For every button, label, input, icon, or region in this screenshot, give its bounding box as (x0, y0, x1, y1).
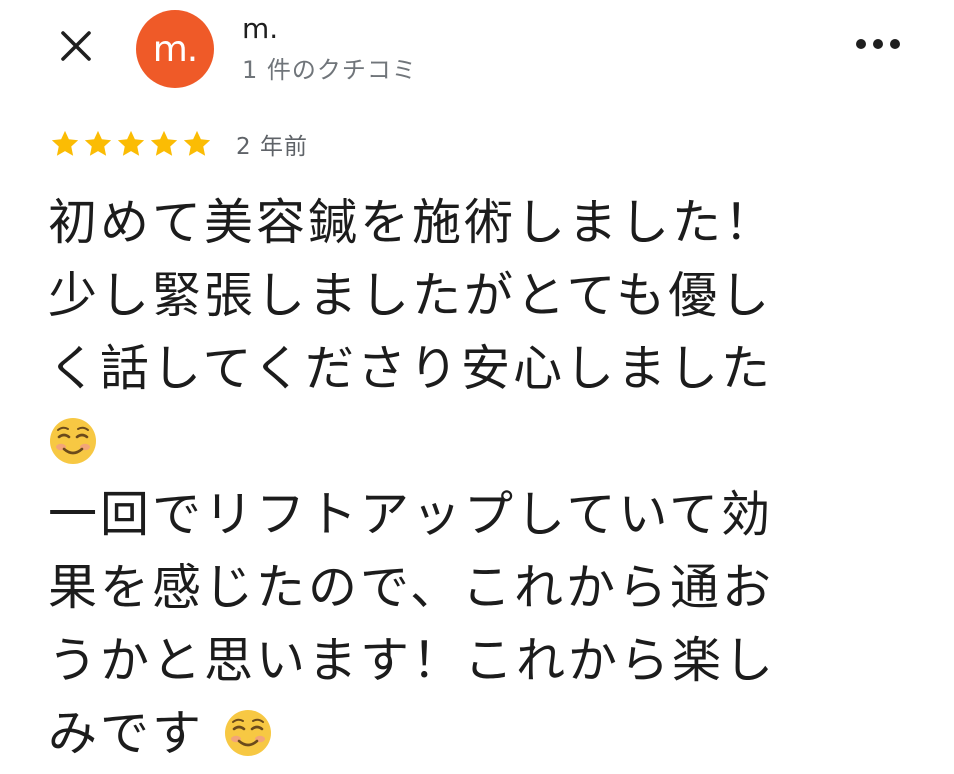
star-rating (50, 129, 212, 159)
more-vert-icon (856, 39, 900, 49)
star-icon (117, 130, 145, 156)
review-age: 2 年前 (236, 134, 308, 160)
review-line: 初めて美容鍼を施術しました！ (48, 194, 777, 251)
avatar[interactable]: m. (136, 10, 214, 88)
rating-row: 2 年前 (50, 126, 308, 162)
star-icon (183, 130, 211, 156)
review-header: m. m. 1 件のクチコミ (0, 0, 954, 100)
review-line: 少し緊張しましたがとても優し (48, 267, 773, 324)
close-icon (61, 31, 91, 61)
star-icon (150, 130, 178, 156)
star-icon (51, 130, 79, 156)
review-line: うかと思います！これから楽し (48, 632, 777, 689)
smiling-face-icon (224, 710, 271, 756)
close-button[interactable] (50, 20, 102, 72)
review-text: 初めて美容鍼を施術しました！ 少し緊張しましたがとても優し く話してくださり安心… (48, 186, 928, 770)
review-line: 一回でリフトアップしていて効 (48, 486, 774, 543)
reviewer-name[interactable]: m. (242, 12, 278, 45)
more-options-button[interactable] (850, 22, 906, 66)
star-icon (84, 130, 112, 156)
review-line: みです (48, 705, 205, 762)
review-emoji-line (48, 405, 928, 478)
review-line: く話してくださり安心しました (48, 340, 774, 397)
smiling-face-icon (50, 418, 96, 464)
avatar-initial: m. (152, 28, 199, 70)
review-last-line: みです (48, 697, 928, 770)
reviewer-review-count: 1 件のクチコミ (242, 56, 417, 84)
review-line: 果を感じたので、これから通お (48, 559, 775, 616)
